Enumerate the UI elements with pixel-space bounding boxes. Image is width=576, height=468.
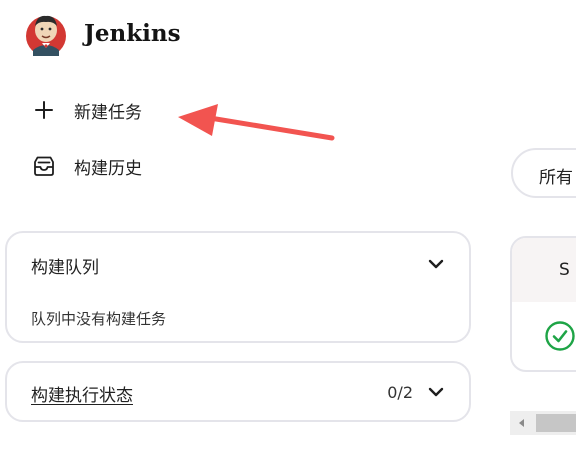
scroll-left-icon[interactable] — [510, 411, 534, 435]
build-queue-panel: 构建队列 队列中没有构建任务 — [5, 231, 471, 343]
inbox-icon — [30, 152, 58, 180]
build-queue-empty-text: 队列中没有构建任务 — [31, 310, 167, 328]
job-table: S — [510, 236, 576, 372]
nav-build-history[interactable]: 构建历史 — [30, 149, 142, 183]
horizontal-scrollbar[interactable] — [510, 411, 576, 435]
job-table-header: S — [512, 238, 576, 302]
success-status-icon — [544, 320, 576, 352]
view-tab-all-label: 所有 — [539, 168, 573, 188]
scrollbar-thumb[interactable] — [536, 414, 576, 432]
nav-new-item-label: 新建任务 — [74, 102, 142, 123]
executor-count: 0/2 — [387, 383, 413, 402]
annotation-arrow — [170, 100, 335, 145]
view-tab-all[interactable]: 所有 — [511, 148, 576, 198]
plus-icon — [30, 96, 58, 124]
executor-status-link[interactable]: 构建执行状态 — [31, 381, 133, 406]
jenkins-logo[interactable] — [25, 10, 67, 58]
nav-build-history-label: 构建历史 — [74, 158, 142, 179]
build-queue-title: 构建队列 — [31, 258, 99, 278]
chevron-down-icon[interactable] — [425, 253, 447, 275]
executor-status-panel: 构建执行状态 0/2 — [5, 361, 471, 422]
brand-name[interactable]: Jenkins — [84, 20, 181, 47]
jenkins-dashboard: Jenkins 新建任务 构建历史 构建队列 队列中没有构建任务 构建执行状态 … — [0, 0, 576, 468]
nav-new-item[interactable]: 新建任务 — [30, 93, 142, 127]
chevron-down-icon[interactable] — [425, 381, 447, 403]
status-column-header[interactable]: S — [559, 260, 570, 280]
